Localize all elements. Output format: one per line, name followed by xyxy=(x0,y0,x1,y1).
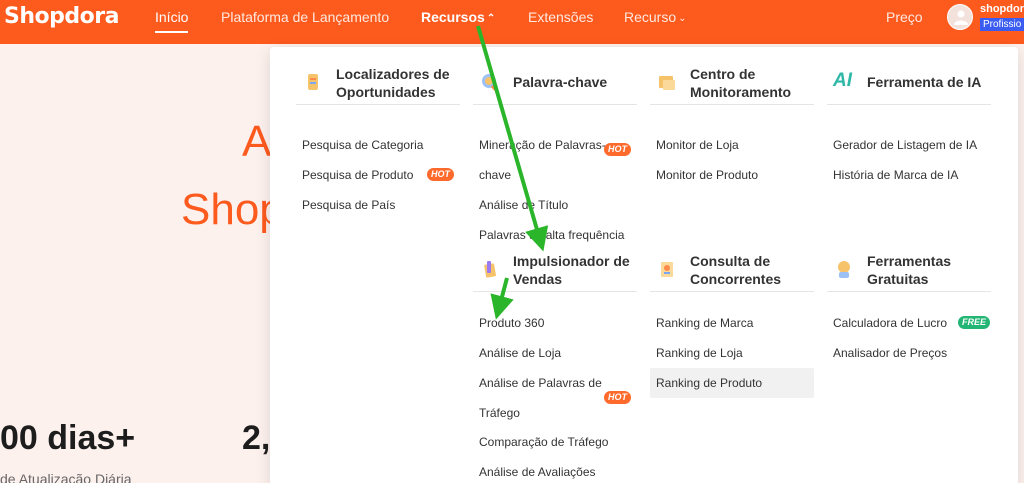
ai-icon: AI xyxy=(833,70,852,91)
shopdora-logo[interactable]: Shopdora xyxy=(4,4,119,29)
category-header: Ferramentas Gratuitas xyxy=(827,246,991,292)
menu-item-analise-de-palavras-de-trafego-line2[interactable]: Tráfego xyxy=(473,398,637,428)
menu-item-pesquisa-de-pais[interactable]: Pesquisa de País xyxy=(296,190,460,220)
nav-recursos-label: Recursos xyxy=(421,9,485,25)
hero-heading-line1: A xyxy=(242,117,272,166)
menu-item-ranking-de-loja[interactable]: Ranking de Loja xyxy=(650,338,814,368)
sales-booster-icon xyxy=(484,261,496,278)
stat-days-value: 00 dias+ xyxy=(0,419,136,457)
category-palavra-chave: Palavra-chave Mineração de Palavras- HOT… xyxy=(473,59,637,242)
menu-item-ranking-de-marca[interactable]: Ranking de Marca xyxy=(650,308,814,338)
category-header: Impulsionador de Vendas xyxy=(473,246,637,292)
category-header: Centro de Monitoramento xyxy=(650,59,814,105)
free-badge: FREE xyxy=(958,316,991,329)
category-header: AI Ferramenta de IA xyxy=(827,59,991,105)
menu-item-pesquisa-de-categoria[interactable]: Pesquisa de Categoria xyxy=(296,130,460,160)
menu-item-monitor-de-produto[interactable]: Monitor de Produto xyxy=(650,160,814,190)
chevron-down-icon: ⌄ xyxy=(678,13,687,24)
menu-item-historia-de-marca-de-ia[interactable]: História de Marca de IA xyxy=(827,160,991,190)
menu-item-ranking-de-produto[interactable]: Ranking de Produto xyxy=(650,368,814,398)
menu-item-mineracao-de-palavras-chave-line2[interactable]: chave xyxy=(473,160,637,190)
nav-preco[interactable]: Preço xyxy=(886,9,923,25)
plan-badge: Profissio xyxy=(980,18,1024,31)
category-localizadores: Localizadores de Oportunidades Pesquisa … xyxy=(296,59,460,212)
recursos-dropdown-menu: Localizadores de Oportunidades Pesquisa … xyxy=(270,47,1018,483)
category-title: Impulsionador de Vendas xyxy=(513,253,630,287)
category-centro-de-monitoramento: Centro de Monitoramento Monitor de Loja … xyxy=(650,59,814,182)
menu-item-analise-de-titulo[interactable]: Análise de Título xyxy=(473,190,637,220)
category-header: Consulta de Concorrentes xyxy=(650,246,814,292)
category-title: Centro de Monitoramento xyxy=(690,66,792,100)
keyword-icon xyxy=(482,74,498,92)
category-ferramentas-gratuitas: Ferramentas Gratuitas Calculadora de Luc… xyxy=(827,246,991,360)
menu-item-analise-de-avaliacoes[interactable]: Análise de Avaliações xyxy=(473,457,637,483)
menu-item-gerador-de-listagem-de-ia[interactable]: Gerador de Listagem de IA xyxy=(827,130,991,160)
stat-second-value: 2, xyxy=(242,419,271,457)
monitor-icon xyxy=(659,76,675,90)
category-title: Palavra-chave xyxy=(513,74,608,90)
nav-recurso-label: Recurso xyxy=(624,9,677,25)
nav-recurso[interactable]: Recurso ⌄ xyxy=(624,9,687,27)
category-title: Localizadores de Oportunidades xyxy=(336,66,450,100)
menu-item-analise-de-loja[interactable]: Análise de Loja xyxy=(473,338,637,368)
menu-item-analisador-de-precos[interactable]: Analisador de Preços xyxy=(827,338,991,368)
nav-inicio[interactable]: Início xyxy=(155,9,189,33)
user-name[interactable]: shopdora xyxy=(980,3,1024,15)
chevron-up-icon: ⌃ xyxy=(486,13,496,24)
category-title: Consulta de Concorrentes xyxy=(690,253,782,287)
hot-badge: HOT xyxy=(604,143,631,156)
avatar[interactable] xyxy=(947,4,973,30)
category-ferramenta-de-ia: AI Ferramenta de IA Gerador de Listagem … xyxy=(827,59,991,182)
hero-heading-line2: Shop xyxy=(181,185,284,234)
free-tools-icon xyxy=(838,261,850,278)
category-title: Ferramenta de IA xyxy=(867,74,982,90)
top-navigation-bar: Shopdora Início Plataforma de Lançamento… xyxy=(0,0,1024,44)
menu-item-produto-360[interactable]: Produto 360 xyxy=(473,308,637,338)
category-header: Palavra-chave xyxy=(473,59,637,105)
menu-item-monitor-de-loja[interactable]: Monitor de Loja xyxy=(650,130,814,160)
nav-extensoes[interactable]: Extensões xyxy=(528,9,593,25)
opportunity-icon xyxy=(308,74,318,90)
category-consulta-de-concorrentes: Consulta de Concorrentes Ranking de Marc… xyxy=(650,246,814,398)
nav-recursos[interactable]: Recursos ⌃ xyxy=(421,9,495,27)
menu-item-label: Mineração de Palavras- xyxy=(479,138,606,152)
user-icon xyxy=(954,10,968,25)
stat-days-label: de Atualização Diária xyxy=(0,471,132,483)
competitor-icon xyxy=(661,262,673,277)
menu-item-comparacao-de-trafego[interactable]: Comparação de Tráfego xyxy=(473,427,637,457)
category-header: Localizadores de Oportunidades xyxy=(296,59,460,105)
category-title: Ferramentas Gratuitas xyxy=(867,253,952,287)
nav-plataforma-de-lancamento[interactable]: Plataforma de Lançamento xyxy=(221,9,389,25)
category-impulsionador-de-vendas: Impulsionador de Vendas Produto 360 Anál… xyxy=(473,246,637,479)
hot-badge: HOT xyxy=(427,168,454,181)
